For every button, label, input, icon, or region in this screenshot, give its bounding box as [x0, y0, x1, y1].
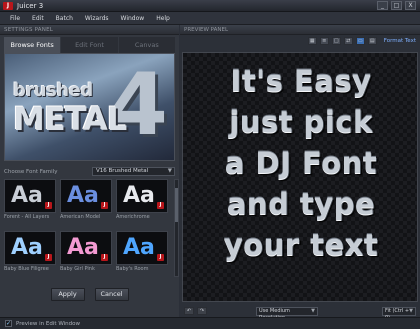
- rotate-right-icon[interactable]: ↷: [197, 307, 207, 315]
- font-preview-image: 4 brushed METAL: [4, 53, 175, 161]
- close-button[interactable]: X: [405, 1, 416, 10]
- menu-edit[interactable]: Edit: [26, 15, 50, 22]
- resolution-select[interactable]: Use Medium Resolution ▼: [256, 306, 318, 321]
- juicer-badge-icon: J: [157, 202, 164, 209]
- chevron-down-icon: ▼: [409, 307, 413, 314]
- window-controls: _ □ X: [377, 1, 416, 10]
- preview-bottom-bar: ↶ ↷ Use Medium Resolution ▼ Fit (Ctrl + …: [180, 305, 420, 321]
- status-bar: ✓ Preview in Edit Window: [0, 317, 420, 329]
- canvas-line: a DJ Font: [224, 146, 378, 180]
- monitor-icon[interactable]: ▭: [355, 37, 365, 45]
- menu-help[interactable]: Help: [150, 15, 176, 22]
- font-sample: Aa: [11, 235, 43, 260]
- minimize-button[interactable]: _: [377, 1, 388, 10]
- app-logo-icon: J: [3, 2, 13, 10]
- menu-window[interactable]: Window: [115, 15, 151, 22]
- font-thumbnail-image: Aa J: [4, 231, 56, 265]
- zoom-select[interactable]: Fit (Ctrl + 0) ▼: [382, 306, 416, 321]
- font-sample: Aa: [123, 235, 155, 260]
- layers-icon[interactable]: ≡: [319, 37, 329, 45]
- zoom-fit-icon[interactable]: □: [331, 37, 341, 45]
- settings-panel: SETTINGS PANEL Browse Fonts Edit Font Ca…: [0, 25, 179, 317]
- font-thumbnail-image: Aa J: [116, 231, 168, 265]
- preview-word-metal: METAL: [13, 100, 127, 138]
- font-thumbnail[interactable]: Aa J American Model: [60, 179, 112, 221]
- font-family-row: Choose Font Family V16 Brushed Metal ▼: [4, 167, 175, 176]
- cancel-button[interactable]: Cancel: [94, 288, 129, 301]
- format-text-button[interactable]: Format Text: [384, 38, 416, 44]
- canvas-text-block: It's Easy just pick a DJ Font and type y…: [183, 61, 417, 266]
- preview-in-edit-checkbox[interactable]: ✓: [5, 320, 12, 327]
- juicer-badge-icon: J: [101, 254, 108, 261]
- grid-icon[interactable]: ▦: [307, 37, 317, 45]
- juicer-badge-icon: J: [45, 254, 52, 261]
- tab-edit-font[interactable]: Edit Font: [61, 37, 118, 53]
- font-thumbnail-image: Aa J: [60, 179, 112, 213]
- juicer-badge-icon: J: [157, 254, 164, 261]
- menu-batch[interactable]: Batch: [50, 15, 79, 22]
- font-name: American Model: [60, 214, 101, 220]
- preview-panel: PREVIEW PANEL ▦ ≡ □ ⇄ ▭ ▤ Format Text It…: [180, 25, 420, 321]
- font-name: Americhrome: [116, 214, 150, 220]
- preview-canvas[interactable]: It's Easy just pick a DJ Font and type y…: [182, 52, 418, 302]
- rotate-left-icon[interactable]: ↶: [184, 307, 194, 315]
- font-thumbnail[interactable]: Aa J Baby Girl Pink: [60, 231, 112, 273]
- title-bar: J Juicer 3 _ □ X: [0, 0, 420, 12]
- preview-in-edit-label: Preview in Edit Window: [16, 320, 81, 327]
- settings-tabs: Browse Fonts Edit Font Canvas: [4, 37, 175, 53]
- font-thumbnail-image: Aa J: [60, 231, 112, 265]
- font-thumbnail[interactable]: Aa J Baby Blue Filigree: [4, 231, 56, 273]
- font-name: Baby's Room: [116, 266, 149, 272]
- font-thumbnail-grid: Aa J Forent - All Layers Aa J American M…: [4, 179, 179, 279]
- font-family-select[interactable]: V16 Brushed Metal ▼: [92, 167, 175, 176]
- scrollbar-thumb[interactable]: [175, 188, 178, 222]
- apply-button[interactable]: Apply: [50, 288, 85, 301]
- font-thumbnail[interactable]: Aa J Americhrome: [116, 179, 168, 221]
- font-name: Baby Blue Filigree: [4, 266, 49, 272]
- preview-toolbar: ▦ ≡ □ ⇄ ▭ ▤ Format Text: [180, 35, 420, 47]
- maximize-button[interactable]: □: [391, 1, 402, 10]
- canvas-line: just pick: [229, 105, 373, 139]
- canvas-line: It's Easy: [230, 64, 372, 98]
- font-name: Forent - All Layers: [4, 214, 50, 220]
- save-icon[interactable]: ▤: [367, 37, 377, 45]
- settings-buttons: Apply Cancel: [0, 288, 179, 302]
- menu-file[interactable]: File: [4, 15, 26, 22]
- canvas-line: your text: [223, 228, 379, 262]
- font-sample: Aa: [123, 183, 155, 208]
- tab-canvas[interactable]: Canvas: [118, 37, 175, 53]
- tab-browse-fonts[interactable]: Browse Fonts: [4, 37, 61, 53]
- thumbnail-scrollbar[interactable]: [174, 179, 179, 277]
- menu-bar: File Edit Batch Wizards Window Help: [0, 12, 420, 25]
- font-thumbnail[interactable]: Aa J Baby's Room: [116, 231, 168, 273]
- chevron-down-icon: ▼: [311, 307, 315, 314]
- preview-word-brushed: brushed: [13, 80, 93, 101]
- juicer-badge-icon: J: [45, 202, 52, 209]
- font-name: Baby Girl Pink: [60, 266, 95, 272]
- font-sample: Aa: [67, 235, 99, 260]
- juicer-badge-icon: J: [101, 202, 108, 209]
- chevron-down-icon: ▼: [167, 168, 172, 174]
- window-title: Juicer 3: [17, 2, 44, 10]
- swap-icon[interactable]: ⇄: [343, 37, 353, 45]
- font-sample: Aa: [11, 183, 43, 208]
- preview-panel-header: PREVIEW PANEL: [180, 25, 420, 35]
- font-thumbnail-image: Aa J: [116, 179, 168, 213]
- canvas-line: and type: [226, 187, 376, 221]
- font-thumbnail[interactable]: Aa J Forent - All Layers: [4, 179, 56, 221]
- font-family-value: V16 Brushed Metal: [96, 168, 149, 174]
- menu-wizards[interactable]: Wizards: [79, 15, 115, 22]
- font-sample: Aa: [67, 183, 99, 208]
- settings-panel-header: SETTINGS PANEL: [0, 25, 179, 35]
- font-family-label: Choose Font Family: [4, 168, 58, 175]
- font-thumbnail-image: Aa J: [4, 179, 56, 213]
